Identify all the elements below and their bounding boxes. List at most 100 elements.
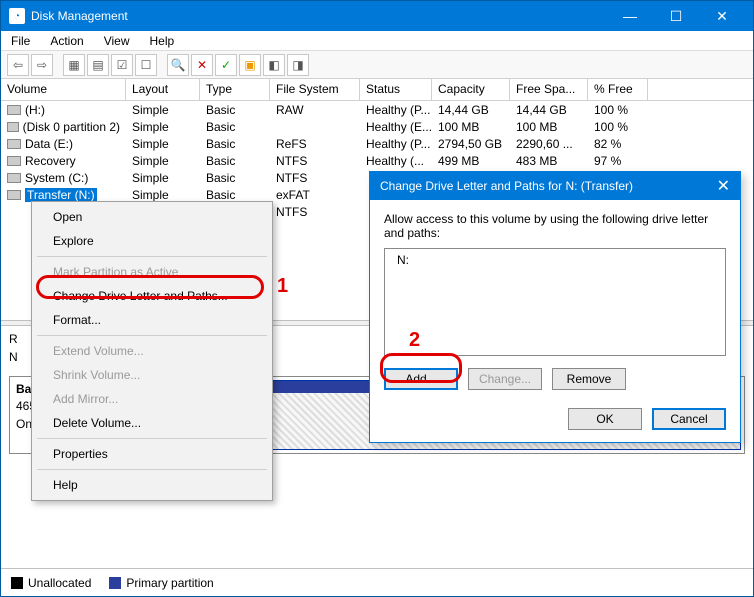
minimize-button[interactable]: — [607,1,653,31]
cell: Simple [126,153,200,169]
menu-item[interactable]: Format... [35,308,269,332]
legend-primary: Primary partition [126,576,213,590]
menu-item: Shrink Volume... [35,363,269,387]
tool-icon[interactable]: ▦ [63,54,85,76]
table-row[interactable]: Data (E:)SimpleBasicReFSHealthy (P...279… [1,135,753,152]
col-pct[interactable]: % Free [588,79,648,100]
cell [270,126,360,128]
close-button[interactable]: ✕ [699,1,745,31]
separator [159,54,165,76]
cell: Simple [126,136,200,152]
annotation-number-1: 1 [277,275,288,298]
cell: 100 MB [432,119,510,135]
tool-icon[interactable]: ☐ [135,54,157,76]
window-buttons: — ☐ ✕ [607,1,745,31]
cell: Simple [126,102,200,118]
tool-icon[interactable]: ▣ [239,54,261,76]
cell: exFAT [270,187,360,203]
cell: Healthy (P... [360,102,432,118]
cell: NTFS [270,153,360,169]
col-capacity[interactable]: Capacity [432,79,510,100]
drive-letter: N: [397,253,409,267]
menubar: File Action View Help [1,31,753,51]
menu-separator [37,469,267,470]
cell: 14,44 GB [432,102,510,118]
col-layout[interactable]: Layout [126,79,200,100]
col-volume[interactable]: Volume [1,79,126,100]
forward-button[interactable]: ⇨ [31,54,53,76]
dialog-title: Change Drive Letter and Paths for N: (Tr… [380,179,633,193]
cell: Basic [200,102,270,118]
cell: 2794,50 GB [432,136,510,152]
menu-item: Add Mirror... [35,387,269,411]
cell: Simple [126,119,200,135]
cell: Basic [200,153,270,169]
drive-icon [7,122,19,132]
table-row[interactable]: RecoverySimpleBasicNTFSHealthy (...499 M… [1,152,753,169]
app-icon: ◔ [9,8,25,24]
menu-action[interactable]: Action [46,32,87,50]
list-item[interactable]: N: [391,253,719,267]
menu-item: Mark Partition as Active [35,260,269,284]
menu-item[interactable]: Explore [35,229,269,253]
maximize-button[interactable]: ☐ [653,1,699,31]
cell: Healthy (P... [360,136,432,152]
cell: Recovery [1,153,126,169]
swatch-primary-icon [109,577,121,589]
titlebar: ◔ Disk Management — ☐ ✕ [1,1,753,31]
menu-file[interactable]: File [7,32,34,50]
cell: (H:) [1,102,126,118]
tool-icon[interactable]: ☑ [111,54,133,76]
col-fs[interactable]: File System [270,79,360,100]
add-button[interactable]: Add... [384,368,458,390]
cancel-button[interactable]: Cancel [652,408,726,430]
legend-unallocated: Unallocated [28,576,91,590]
dialog-description: Allow access to this volume by using the… [384,212,726,240]
separator [55,54,61,76]
cell: 483 MB [510,153,588,169]
menu-item[interactable]: Open [35,205,269,229]
menu-item[interactable]: Help [35,473,269,497]
tool-icon[interactable]: ✓ [215,54,237,76]
menu-separator [37,256,267,257]
menu-item[interactable]: Change Drive Letter and Paths... [35,284,269,308]
context-menu: OpenExplore Mark Partition as ActiveChang… [31,201,273,501]
menu-view[interactable]: View [100,32,134,50]
cell: Simple [126,170,200,186]
cell: Basic [200,170,270,186]
remove-button[interactable]: Remove [552,368,626,390]
cell: (Disk 0 partition 2) [1,119,126,135]
ok-button[interactable]: OK [568,408,642,430]
cell: System (C:) [1,170,126,186]
delete-icon[interactable]: ✕ [191,54,213,76]
drive-icon [7,156,21,166]
drive-icon [7,190,21,200]
dialog-titlebar: Change Drive Letter and Paths for N: (Tr… [370,172,740,200]
path-list[interactable]: N: [384,248,726,356]
menu-item[interactable]: Delete Volume... [35,411,269,435]
col-free[interactable]: Free Spa... [510,79,588,100]
tool-icon[interactable]: ▤ [87,54,109,76]
cell: NTFS [270,170,360,186]
tool-icon[interactable]: ◧ [263,54,285,76]
tool-icon[interactable]: 🔍 [167,54,189,76]
cell: Data (E:) [1,136,126,152]
cell: 100 % [588,119,648,135]
menu-item[interactable]: Properties [35,442,269,466]
cell: NTFS [270,204,360,220]
menu-item: Extend Volume... [35,339,269,363]
drive-icon [7,105,21,115]
cell: 100 MB [510,119,588,135]
tool-icon[interactable]: ◨ [287,54,309,76]
back-button[interactable]: ⇦ [7,54,29,76]
col-type[interactable]: Type [200,79,270,100]
col-status[interactable]: Status [360,79,432,100]
table-row[interactable]: (H:)SimpleBasicRAWHealthy (P...14,44 GB1… [1,101,753,118]
legend: Unallocated Primary partition [1,568,753,596]
window-title: Disk Management [31,9,607,23]
drive-icon [7,139,21,149]
menu-help[interactable]: Help [146,32,179,50]
dialog-close-icon[interactable]: ✕ [717,176,730,196]
change-button[interactable]: Change... [468,368,542,390]
table-row[interactable]: (Disk 0 partition 2)SimpleBasicHealthy (… [1,118,753,135]
